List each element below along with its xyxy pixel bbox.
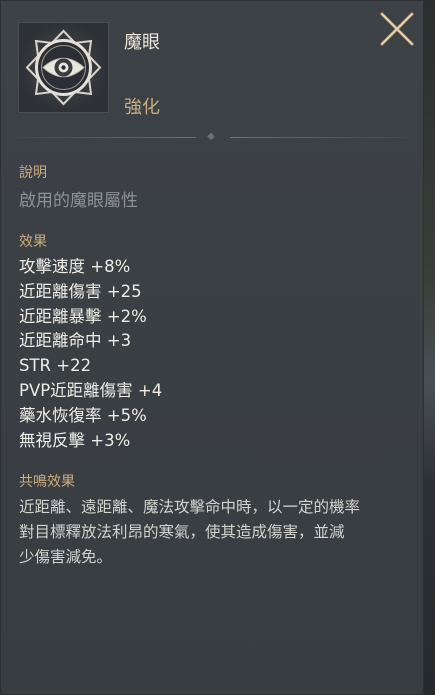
item-icon-slot (18, 22, 109, 113)
item-grade: 強化 (124, 97, 160, 118)
effects-title: 效果 (19, 234, 47, 250)
background-scene-edge (424, 0, 435, 695)
resonance-text: 近距離、遠距離、魔法攻擊命中時，以一定的機率 對目標釋放法利昂的寒氣，使其造成傷… (19, 495, 417, 570)
effect-item: 藥水恢復率 +5% (19, 405, 147, 425)
effect-item: 近距離暴擊 +2% (19, 306, 147, 326)
header-divider: ◆ (16, 132, 410, 142)
effect-item: STR +22 (19, 356, 92, 376)
resonance-title: 共鳴效果 (19, 474, 75, 490)
resonance-line: 少傷害減免。 (19, 548, 113, 566)
effect-item: PVP近距離傷害 +4 (19, 380, 163, 400)
resonance-line: 近距離、遠距離、魔法攻擊命中時，以一定的機率 (19, 498, 361, 516)
close-button[interactable] (378, 11, 416, 47)
effect-item: 近距離命中 +3 (19, 331, 132, 351)
resonance-line: 對目標釋放法利昂的寒氣，使其造成傷害，並減 (19, 523, 345, 541)
item-tooltip-panel: 魔眼 強化 ◆ 說明 啟用的魔眼屬性 效果 攻擊速度 +8% 近距離傷害 +25… (0, 0, 424, 695)
divider-ornament-icon: ◆ (207, 131, 215, 142)
magic-eye-icon (19, 23, 108, 112)
effect-item: 近距離傷害 +25 (19, 281, 142, 301)
effects-list: 攻擊速度 +8% 近距離傷害 +25 近距離暴擊 +2% 近距離命中 +3 ST… (19, 255, 162, 453)
effect-item: 攻擊速度 +8% (19, 257, 131, 276)
effect-item: 無視反擊 +3% (19, 430, 131, 450)
item-name: 魔眼 (124, 32, 160, 53)
description-title: 說明 (19, 165, 47, 181)
close-x-icon (380, 12, 414, 46)
description-text: 啟用的魔眼屬性 (19, 191, 138, 211)
